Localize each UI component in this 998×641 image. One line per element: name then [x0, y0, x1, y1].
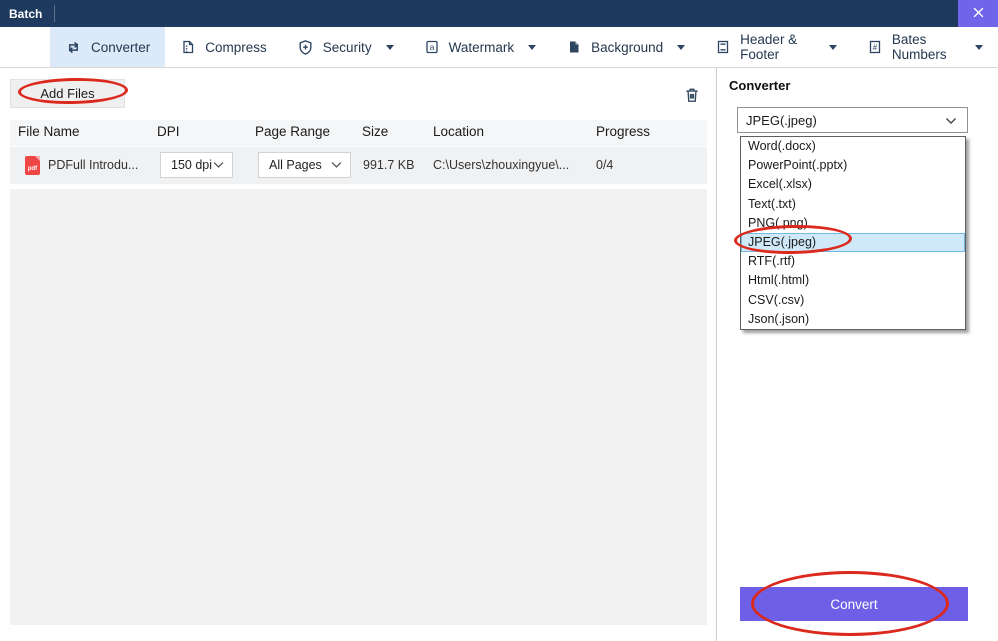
pdf-file-icon: pdf — [25, 156, 40, 175]
toolbar-tabs: Converter Compress Security — [0, 27, 998, 68]
dropdown-option-json[interactable]: Json(.json) — [741, 310, 965, 329]
format-select[interactable]: JPEG(.jpeg) — [737, 107, 968, 133]
chevron-down-icon — [975, 45, 983, 50]
converter-icon — [65, 39, 82, 56]
format-dropdown-list: Word(.docx) PowerPoint(.pptx) Excel(.xls… — [740, 136, 966, 330]
delete-files-button[interactable] — [681, 85, 703, 107]
chevron-down-icon — [386, 45, 394, 50]
watermark-icon: a — [424, 39, 440, 55]
file-name: PDFull Introdu... — [48, 158, 138, 172]
chevron-down-icon — [213, 158, 224, 172]
dropdown-option-html[interactable]: Html(.html) — [741, 271, 965, 290]
dropdown-option-text[interactable]: Text(.txt) — [741, 195, 965, 214]
format-select-value: JPEG(.jpeg) — [746, 113, 817, 128]
close-icon — [973, 6, 984, 21]
tab-compress[interactable]: Compress — [165, 27, 282, 67]
titlebar: Batch — [0, 0, 998, 27]
file-progress: 0/4 — [596, 158, 613, 172]
file-list-empty-area — [10, 189, 707, 625]
dropdown-option-jpeg[interactable]: JPEG(.jpeg) — [741, 233, 965, 252]
compress-icon — [180, 39, 196, 55]
tab-header-footer[interactable]: Header & Footer — [700, 27, 852, 67]
page-range-select[interactable]: All Pages — [258, 152, 351, 178]
column-header-file-name: File Name — [18, 124, 80, 139]
chevron-down-icon — [528, 45, 536, 50]
file-list-panel: Add Files File Name DPI Page Range Size … — [0, 68, 716, 641]
tab-label: Header & Footer — [740, 32, 815, 62]
dropdown-option-rtf[interactable]: RTF(.rtf) — [741, 252, 965, 271]
chevron-down-icon — [829, 45, 837, 50]
tab-bates-numbers[interactable]: # Bates Numbers — [852, 27, 998, 67]
dropdown-option-csv[interactable]: CSV(.csv) — [741, 291, 965, 310]
tab-label: Security — [323, 40, 372, 55]
column-header-dpi: DPI — [157, 124, 180, 139]
close-button[interactable] — [958, 0, 998, 27]
chevron-down-icon — [677, 45, 685, 50]
tab-label: Watermark — [449, 40, 515, 55]
tab-background[interactable]: Background — [551, 27, 700, 67]
column-header-location: Location — [433, 124, 484, 139]
bates-numbers-icon: # — [867, 39, 883, 55]
tab-watermark[interactable]: a Watermark — [409, 27, 552, 67]
tab-label: Bates Numbers — [892, 32, 961, 62]
trash-icon — [683, 92, 701, 107]
dropdown-option-powerpoint[interactable]: PowerPoint(.pptx) — [741, 156, 965, 175]
chevron-down-icon — [331, 158, 342, 172]
tab-label: Converter — [91, 40, 150, 55]
tab-label: Compress — [205, 40, 267, 55]
svg-text:a: a — [429, 42, 434, 52]
titlebar-divider — [54, 5, 55, 22]
dropdown-option-excel[interactable]: Excel(.xlsx) — [741, 175, 965, 194]
tab-security[interactable]: Security — [282, 27, 409, 67]
dpi-value: 150 dpi — [171, 158, 212, 172]
tab-converter[interactable]: Converter — [50, 27, 165, 67]
page-range-value: All Pages — [269, 158, 322, 172]
column-header-progress: Progress — [596, 124, 650, 139]
batch-window: Batch Converter C — [0, 0, 998, 641]
security-icon — [297, 39, 314, 56]
dropdown-option-png[interactable]: PNG(.png) — [741, 214, 965, 233]
svg-text:#: # — [873, 43, 878, 52]
file-table-header: File Name DPI Page Range Size Location P… — [10, 120, 707, 146]
window-title: Batch — [0, 7, 42, 21]
dropdown-option-word[interactable]: Word(.docx) — [741, 137, 965, 156]
column-header-page-range: Page Range — [255, 124, 330, 139]
column-header-size: Size — [362, 124, 388, 139]
panel-title: Converter — [729, 78, 790, 93]
converter-panel: Converter JPEG(.jpeg) Word(.docx) PowerP… — [717, 68, 998, 641]
add-files-button[interactable]: Add Files — [10, 79, 125, 108]
background-icon — [566, 39, 582, 55]
dpi-select[interactable]: 150 dpi — [160, 152, 233, 178]
header-footer-icon — [715, 39, 731, 55]
chevron-down-icon — [945, 113, 957, 128]
table-row[interactable]: pdf PDFull Introdu... 150 dpi All Pages … — [10, 147, 707, 184]
file-size: 991.7 KB — [363, 158, 414, 172]
tab-label: Background — [591, 40, 663, 55]
convert-button[interactable]: Convert — [740, 587, 968, 621]
file-location: C:\Users\zhouxingyue\... — [433, 158, 569, 172]
